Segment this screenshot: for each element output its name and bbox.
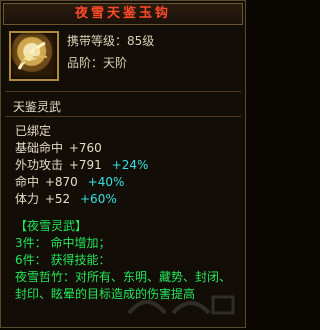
set-bonus-label: 6件： [15, 253, 47, 267]
watermark-logo [121, 287, 239, 321]
set-bonus-label: 3件： [15, 236, 47, 250]
set-bonus-text: 获得技能： [50, 253, 111, 267]
stat-percent: +40% [87, 175, 125, 189]
item-name: 夜雪天鉴玉钩 [3, 3, 243, 25]
stat-value: +791 [68, 158, 102, 172]
stat-value: +52 [44, 192, 71, 206]
stat-row: 基础命中 +760 [15, 140, 245, 157]
stat-value: +760 [68, 141, 102, 155]
stat-percent: +24% [111, 158, 149, 172]
stat-label: 基础命中 [15, 141, 64, 155]
set-bonus-line: 6件： 获得技能： [15, 252, 245, 269]
item-tooltip: 夜雪天鉴玉钩 携带等级：85级 品阶：天阶 天鉴灵武 已绑定 基础命中 +760… [0, 0, 246, 328]
stat-row: 外功攻击 +791 +24% [15, 157, 245, 174]
divider [5, 91, 241, 92]
quality: 品阶：天阶 [67, 56, 128, 70]
stat-value: +870 [44, 175, 78, 189]
divider [5, 116, 241, 117]
stat-percent: +60% [80, 192, 117, 206]
set-bonus-text: 命中增加； [50, 236, 111, 250]
weapon-hook-icon [9, 31, 59, 81]
stat-label: 命中 [15, 175, 40, 189]
stat-row: 体力 +52 +60% [15, 191, 245, 208]
item-info: 携带等级：85级 品阶：天阶 [67, 31, 154, 75]
stats-block: 已绑定 基础命中 +760 外功攻击 +791 +24% 命中 +870 +40… [15, 123, 245, 303]
stat-label: 外功攻击 [15, 158, 64, 172]
carry-level: 携带等级：85级 [67, 34, 155, 48]
set-bonus-line: 3件： 命中增加； [15, 235, 245, 252]
bound-status: 已绑定 [15, 124, 52, 138]
stat-label: 体力 [15, 192, 40, 206]
set-title: 【夜雪灵武】 [15, 219, 88, 233]
stat-row: 命中 +870 +40% [15, 174, 245, 191]
item-header: 携带等级：85级 品阶：天阶 [5, 29, 241, 91]
item-type: 天鉴灵武 [13, 100, 62, 114]
